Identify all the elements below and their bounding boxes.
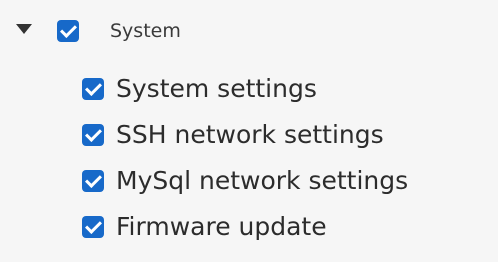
mysql-network-settings-checkbox[interactable] [82, 170, 104, 192]
tree-item-label: SSH network settings [116, 120, 384, 149]
tree-item-ssh-network-settings[interactable]: SSH network settings [0, 114, 498, 158]
tree-node-system[interactable]: System [0, 10, 498, 54]
checkmark-icon [85, 217, 102, 234]
tree-item-label: Firmware update [116, 212, 327, 241]
checkmark-icon [85, 125, 102, 142]
checkmark-icon [60, 21, 77, 38]
ssh-network-settings-checkbox[interactable] [82, 124, 104, 146]
permissions-tree: System System settings SSH network setti… [0, 0, 498, 262]
tree-item-firmware-update[interactable]: Firmware update [0, 206, 498, 250]
tree-item-label: System settings [116, 74, 317, 103]
system-settings-checkbox[interactable] [82, 78, 104, 100]
checkmark-icon [85, 171, 102, 188]
firmware-update-checkbox[interactable] [82, 216, 104, 238]
tree-item-label: MySql network settings [116, 166, 409, 195]
tree-item-mysql-network-settings[interactable]: MySql network settings [0, 160, 498, 204]
tree-item-system-settings[interactable]: System settings [0, 68, 498, 112]
tree-node-label: System [110, 20, 181, 42]
checkmark-icon [85, 79, 102, 96]
system-checkbox[interactable] [57, 20, 79, 42]
caret-down-icon[interactable] [16, 24, 32, 34]
